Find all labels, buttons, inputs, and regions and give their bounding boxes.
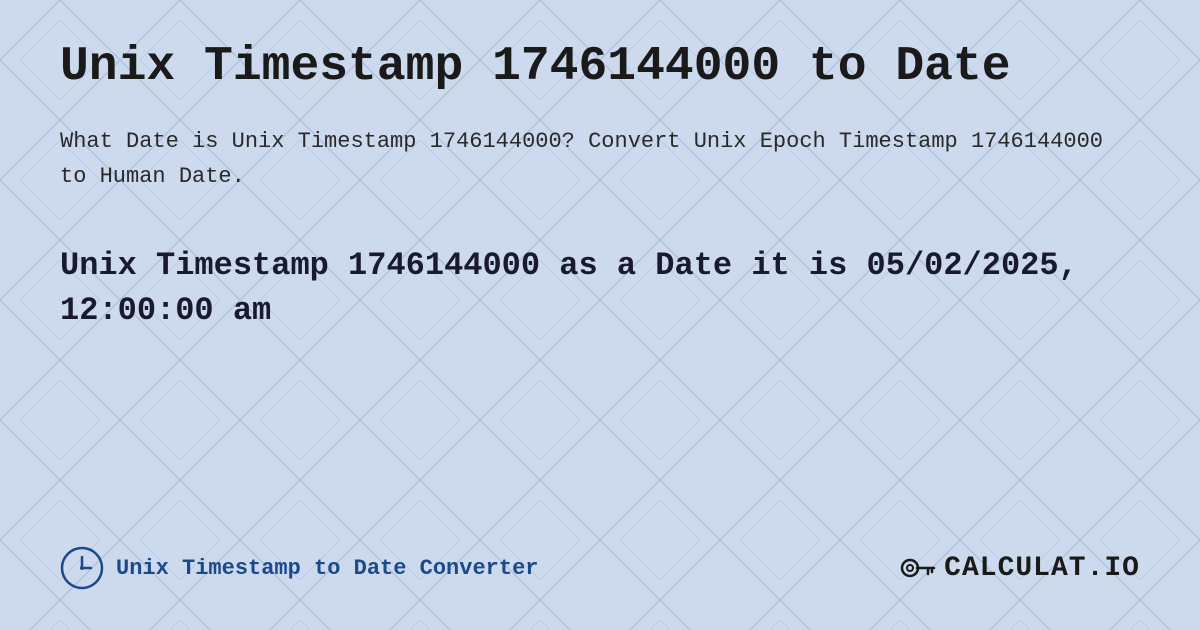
logo-icon — [900, 550, 936, 586]
clock-icon — [60, 546, 104, 590]
result-text: Unix Timestamp 1746144000 as a Date it i… — [60, 244, 1140, 334]
footer-label: Unix Timestamp to Date Converter — [116, 556, 538, 581]
footer-left: Unix Timestamp to Date Converter — [60, 546, 538, 590]
logo-text: CALCULAT.IO — [944, 553, 1140, 584]
logo: CALCULAT.IO — [900, 550, 1140, 586]
page-description: What Date is Unix Timestamp 1746144000? … — [60, 124, 1140, 194]
page-title: Unix Timestamp 1746144000 to Date — [60, 40, 1140, 94]
page-footer: Unix Timestamp to Date Converter CALCULA… — [60, 526, 1140, 590]
